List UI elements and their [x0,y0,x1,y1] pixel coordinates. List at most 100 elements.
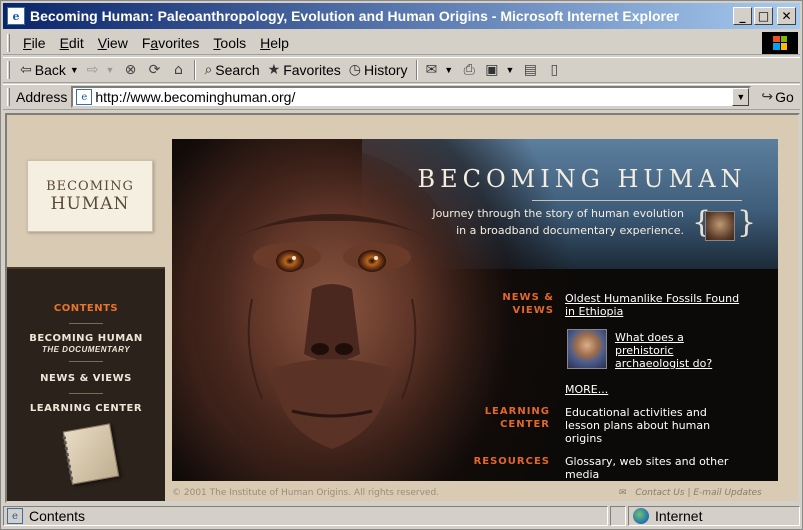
messenger-icon[interactable]: ▯ [544,60,564,80]
back-button[interactable]: ⇦ Back ▼ [16,59,83,81]
address-dropdown-button[interactable]: ▼ [732,88,750,106]
news-story-archaeologist[interactable]: What does a prehistoric archaeologist do… [615,331,712,370]
menu-edit[interactable]: Edit [53,35,91,51]
footer-separator: | [687,488,691,498]
minimize-button[interactable]: _ [733,7,752,25]
menu-file[interactable]: File [16,35,53,51]
chevron-down-icon[interactable]: ▼ [70,65,79,75]
address-bar: Address e http://www.becominghuman.org/ … [3,84,800,110]
news-story-fossils-line2: in Ethiopia [565,305,624,318]
browser-window: e Becoming Human: Paleoanthropology, Evo… [0,0,803,530]
email-updates-link[interactable]: E-mail Updates [693,488,761,498]
arrow-left-icon: ⇦ [20,62,32,78]
menu-view[interactable]: View [91,35,135,51]
news-views-label[interactable]: NEWS & VIEWS [434,291,554,317]
learning-center-label-line2: CENTER [500,419,550,430]
menu-tools[interactable]: Tools [206,35,253,51]
news-views-label-line2: VIEWS [512,305,554,316]
logo-line1: BECOMING [46,178,134,194]
nav-divider [69,361,103,362]
page-viewport: BECOMING HUMAN CONTENTS BECOMING HUMAN T… [5,113,800,503]
hero-title: BECOMING HUMAN [417,165,747,193]
left-navigation: CONTENTS BECOMING HUMAN THE DOCUMENTARY … [7,267,165,501]
back-label: Back [34,62,66,78]
favorites-label: Favorites [283,62,341,78]
close-button[interactable]: ✕ [777,7,796,25]
learning-center-label[interactable]: LEARNING CENTER [430,405,550,431]
address-grip [7,88,10,106]
menu-bar: File Edit View Favorites Tools Help [3,31,800,55]
search-label: Search [215,62,260,78]
favorites-icon: ★ [267,62,281,78]
chevron-down-icon[interactable]: ▼ [106,65,115,75]
learning-text-line3: origins [565,432,603,445]
refresh-icon[interactable]: ⟳ [144,60,164,80]
nav-news-views[interactable]: NEWS & VIEWS [7,373,165,384]
stop-icon[interactable]: ⊗ [120,60,140,80]
documentary-thumbnail[interactable] [705,211,735,241]
more-link[interactable]: MORE... [565,383,608,396]
menu-help[interactable]: Help [253,35,296,51]
print-icon[interactable]: ⎙ [459,60,479,80]
nav-documentary[interactable]: BECOMING HUMAN [7,333,165,344]
toolbar-separator [415,60,418,80]
favorites-button[interactable]: ★ Favorites [264,59,345,81]
news-story-archaeologist-line1: What does a [615,331,684,344]
forward-button[interactable]: ⇨ ▼ [83,59,119,81]
discuss-icon[interactable]: ▤ [520,60,540,80]
mail-button[interactable]: ✉ ▼ [422,59,458,81]
search-button[interactable]: ⌕ Search [200,59,263,81]
nav-divider [69,323,103,324]
site-logo[interactable]: BECOMING HUMAN [27,160,153,232]
news-story-fossils[interactable]: Oldest Humanlike Fossils Found in Ethiop… [565,292,739,318]
hero-tagline-2[interactable]: in a broadband documentary experience. [408,224,684,237]
nav-documentary-sub[interactable]: THE DOCUMENTARY [7,345,165,354]
mail-icon: ✉ [619,488,627,498]
history-label: History [364,62,408,78]
mail-icon: ✉ [425,62,438,78]
go-arrow-icon: ↪ [761,89,774,105]
menu-favorites[interactable]: Favorites [135,35,207,51]
status-bar: e Contents Internet [3,505,800,527]
go-label: Go [775,89,794,105]
nav-contents[interactable]: CONTENTS [7,303,165,314]
windows-logo-icon [762,31,798,54]
footer-links: ✉ Contact Us | E-mail Updates [619,488,762,498]
address-input[interactable]: e http://www.becominghuman.org/ ▼ [71,86,752,108]
brace-right-icon: } [737,205,757,240]
toolbar-grip [7,61,10,79]
arrow-right-icon: ⇨ [86,62,99,78]
chevron-down-icon[interactable]: ▼ [444,65,453,75]
status-progress-pane [610,506,626,526]
window-title: Becoming Human: Paleoanthropology, Evolu… [30,8,680,24]
learning-center-description[interactable]: Educational activities and lesson plans … [565,406,710,445]
address-url[interactable]: http://www.becominghuman.org/ [95,89,732,105]
ie-page-icon: e [7,508,23,524]
learning-center-label-line1: LEARNING [484,406,550,417]
contact-us-link[interactable]: Contact Us [635,488,684,498]
resources-description[interactable]: Glossary, web sites and other media [565,455,728,481]
notebook-icon[interactable] [62,423,120,485]
maximize-button[interactable]: □ [754,7,773,25]
go-button[interactable]: ↪ Go [761,89,793,105]
logo-line2: HUMAN [50,193,130,214]
chevron-down-icon[interactable]: ▼ [505,65,514,75]
edit-button[interactable]: ▣ ▼ [481,59,518,81]
title-bar: e Becoming Human: Paleoanthropology, Evo… [3,3,800,29]
learning-text-line2: lesson plans about human [565,419,711,432]
news-story-fossils-line1: Oldest Humanlike Fossils Found [565,292,740,305]
home-icon[interactable]: ⌂ [168,60,188,80]
address-label: Address [16,89,68,105]
resources-label[interactable]: RESOURCES [430,455,550,468]
archaeologist-thumbnail[interactable] [567,329,607,369]
status-zone-pane: Internet [628,506,800,526]
menu-grip [7,33,10,52]
history-button[interactable]: ◷ History [345,59,412,81]
hero-tagline-1[interactable]: Journey through the story of human evolu… [408,207,684,220]
edit-icon: ▣ [485,62,499,78]
news-story-archaeologist-line3: archaeologist do? [615,357,713,370]
standard-toolbar: ⇦ Back ▼ ⇨ ▼ ⊗ ⟳ ⌂ ⌕ Search ★ Favorites … [3,57,800,83]
resources-text-line1: Glossary, web sites and other [565,455,729,468]
learning-text-line1: Educational activities and [565,406,707,419]
nav-learning-center[interactable]: LEARNING CENTER [7,403,165,414]
